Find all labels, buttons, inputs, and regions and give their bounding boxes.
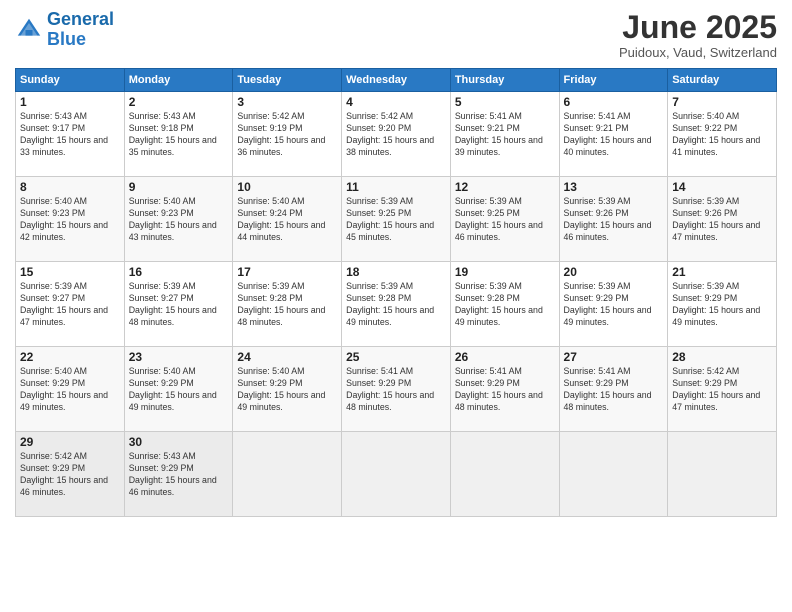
calendar-cell-15: 15Sunrise: 5:39 AMSunset: 9:27 PMDayligh… <box>16 262 125 347</box>
calendar-week-2: 8Sunrise: 5:40 AMSunset: 9:23 PMDaylight… <box>16 177 777 262</box>
calendar-header-row: SundayMondayTuesdayWednesdayThursdayFrid… <box>16 69 777 92</box>
calendar-cell-4: 4Sunrise: 5:42 AMSunset: 9:20 PMDaylight… <box>342 92 451 177</box>
calendar-cell-8: 8Sunrise: 5:40 AMSunset: 9:23 PMDaylight… <box>16 177 125 262</box>
calendar-cell-empty <box>559 432 668 517</box>
calendar-cell-29: 29Sunrise: 5:42 AMSunset: 9:29 PMDayligh… <box>16 432 125 517</box>
calendar-cell-23: 23Sunrise: 5:40 AMSunset: 9:29 PMDayligh… <box>124 347 233 432</box>
calendar-cell-empty <box>668 432 777 517</box>
calendar-cell-1: 1Sunrise: 5:43 AMSunset: 9:17 PMDaylight… <box>16 92 125 177</box>
calendar-cell-3: 3Sunrise: 5:42 AMSunset: 9:19 PMDaylight… <box>233 92 342 177</box>
calendar-cell-21: 21Sunrise: 5:39 AMSunset: 9:29 PMDayligh… <box>668 262 777 347</box>
calendar-week-3: 15Sunrise: 5:39 AMSunset: 9:27 PMDayligh… <box>16 262 777 347</box>
calendar-cell-24: 24Sunrise: 5:40 AMSunset: 9:29 PMDayligh… <box>233 347 342 432</box>
logo-blue: Blue <box>47 29 86 49</box>
weekday-header-tuesday: Tuesday <box>233 69 342 92</box>
calendar-cell-30: 30Sunrise: 5:43 AMSunset: 9:29 PMDayligh… <box>124 432 233 517</box>
calendar-cell-empty <box>450 432 559 517</box>
calendar-cell-17: 17Sunrise: 5:39 AMSunset: 9:28 PMDayligh… <box>233 262 342 347</box>
calendar-cell-18: 18Sunrise: 5:39 AMSunset: 9:28 PMDayligh… <box>342 262 451 347</box>
month-title: June 2025 <box>619 10 777 45</box>
weekday-header-saturday: Saturday <box>668 69 777 92</box>
calendar-cell-11: 11Sunrise: 5:39 AMSunset: 9:25 PMDayligh… <box>342 177 451 262</box>
calendar-cell-5: 5Sunrise: 5:41 AMSunset: 9:21 PMDaylight… <box>450 92 559 177</box>
calendar-cell-13: 13Sunrise: 5:39 AMSunset: 9:26 PMDayligh… <box>559 177 668 262</box>
calendar-cell-20: 20Sunrise: 5:39 AMSunset: 9:29 PMDayligh… <box>559 262 668 347</box>
calendar-cell-14: 14Sunrise: 5:39 AMSunset: 9:26 PMDayligh… <box>668 177 777 262</box>
calendar-cell-28: 28Sunrise: 5:42 AMSunset: 9:29 PMDayligh… <box>668 347 777 432</box>
weekday-header-monday: Monday <box>124 69 233 92</box>
weekday-header-wednesday: Wednesday <box>342 69 451 92</box>
calendar-cell-7: 7Sunrise: 5:40 AMSunset: 9:22 PMDaylight… <box>668 92 777 177</box>
weekday-header-thursday: Thursday <box>450 69 559 92</box>
logo-text: General Blue <box>47 10 114 50</box>
logo: General Blue <box>15 10 114 50</box>
calendar-cell-26: 26Sunrise: 5:41 AMSunset: 9:29 PMDayligh… <box>450 347 559 432</box>
calendar-cell-16: 16Sunrise: 5:39 AMSunset: 9:27 PMDayligh… <box>124 262 233 347</box>
calendar-cell-10: 10Sunrise: 5:40 AMSunset: 9:24 PMDayligh… <box>233 177 342 262</box>
calendar-cell-2: 2Sunrise: 5:43 AMSunset: 9:18 PMDaylight… <box>124 92 233 177</box>
page: General Blue June 2025 Puidoux, Vaud, Sw… <box>0 0 792 612</box>
logo-icon <box>15 16 43 44</box>
title-area: June 2025 Puidoux, Vaud, Switzerland <box>619 10 777 60</box>
weekday-header-friday: Friday <box>559 69 668 92</box>
calendar-week-1: 1Sunrise: 5:43 AMSunset: 9:17 PMDaylight… <box>16 92 777 177</box>
calendar-cell-9: 9Sunrise: 5:40 AMSunset: 9:23 PMDaylight… <box>124 177 233 262</box>
calendar-cell-25: 25Sunrise: 5:41 AMSunset: 9:29 PMDayligh… <box>342 347 451 432</box>
logo-general: General <box>47 9 114 29</box>
calendar-cell-19: 19Sunrise: 5:39 AMSunset: 9:28 PMDayligh… <box>450 262 559 347</box>
calendar-table: SundayMondayTuesdayWednesdayThursdayFrid… <box>15 68 777 517</box>
location: Puidoux, Vaud, Switzerland <box>619 45 777 60</box>
calendar-cell-empty <box>233 432 342 517</box>
weekday-header-sunday: Sunday <box>16 69 125 92</box>
calendar-week-4: 22Sunrise: 5:40 AMSunset: 9:29 PMDayligh… <box>16 347 777 432</box>
calendar-cell-12: 12Sunrise: 5:39 AMSunset: 9:25 PMDayligh… <box>450 177 559 262</box>
calendar-cell-22: 22Sunrise: 5:40 AMSunset: 9:29 PMDayligh… <box>16 347 125 432</box>
calendar-cell-6: 6Sunrise: 5:41 AMSunset: 9:21 PMDaylight… <box>559 92 668 177</box>
header: General Blue June 2025 Puidoux, Vaud, Sw… <box>15 10 777 60</box>
calendar-week-5: 29Sunrise: 5:42 AMSunset: 9:29 PMDayligh… <box>16 432 777 517</box>
calendar-cell-27: 27Sunrise: 5:41 AMSunset: 9:29 PMDayligh… <box>559 347 668 432</box>
calendar-cell-empty <box>342 432 451 517</box>
